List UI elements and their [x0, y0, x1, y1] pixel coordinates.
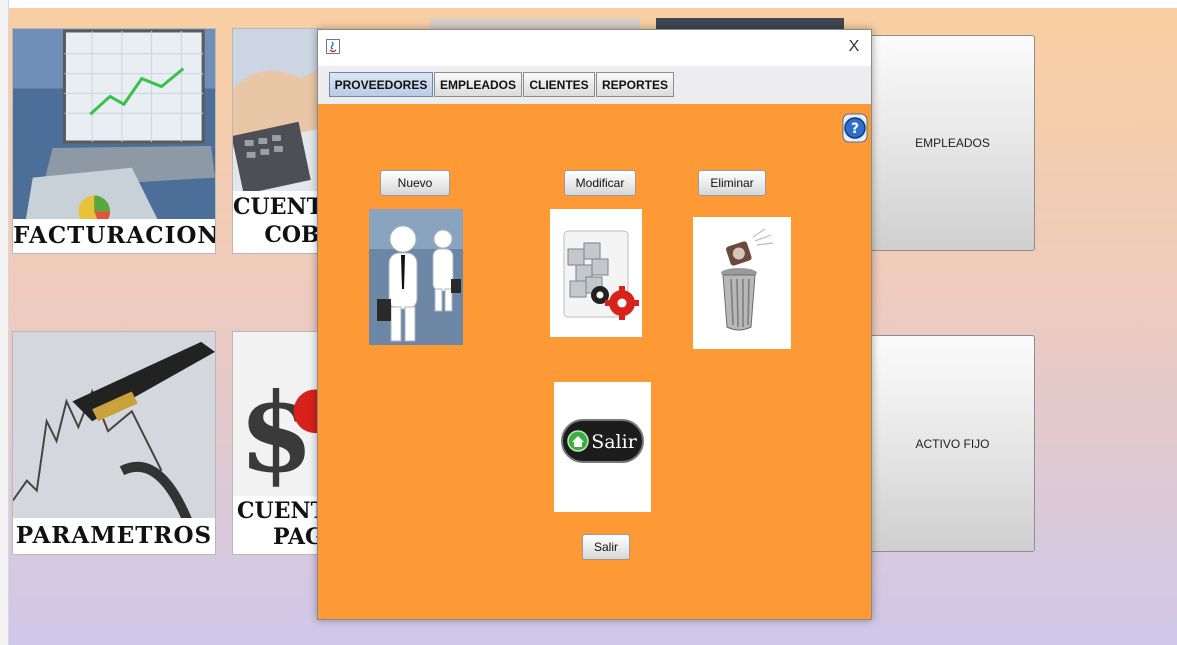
close-icon[interactable]: X [845, 36, 863, 58]
parametros-caption: PARAMETROS [13, 518, 215, 554]
salir-image[interactable]: Salir [554, 382, 651, 512]
eliminar-image[interactable] [693, 217, 791, 349]
trash-icon [693, 217, 791, 349]
proveedores-panel: ? Nuevo Modificar Eliminar Salir Salir [318, 104, 871, 619]
cuentas-cobrar-caption: CUENT COB [233, 191, 321, 253]
facturacion-caption: FACTURACION [13, 219, 215, 253]
tab-bar: PROVEEDORES EMPLEADOS CLIENTES REPORTES [318, 66, 871, 104]
eliminar-button[interactable]: Eliminar [698, 170, 766, 196]
salir-button[interactable]: Salir [582, 534, 630, 560]
svg-text:?: ? [851, 121, 859, 137]
dialog-titlebar: X [318, 30, 871, 66]
tab-proveedores[interactable]: PROVEEDORES [329, 72, 433, 97]
svg-text:$: $ [239, 368, 314, 497]
parametros-tile[interactable]: PARAMETROS [12, 331, 216, 555]
window-left-edge [0, 0, 9, 645]
tab-reportes[interactable]: REPORTES [596, 72, 674, 97]
window-top-edge [0, 0, 1177, 8]
tab-empleados[interactable]: EMPLEADOS [434, 72, 522, 97]
svg-text:Salir: Salir [591, 431, 637, 453]
modificar-button[interactable]: Modificar [564, 170, 636, 196]
cuentas-pagar-tile[interactable]: $ CUENTA PAG [232, 331, 322, 555]
nuevo-image[interactable] [369, 209, 463, 345]
proveedores-dialog: X PROVEEDORES EMPLEADOS CLIENTES REPORTE… [317, 29, 872, 620]
cuentas-cobrar-tile[interactable]: CUENT COB [232, 28, 322, 254]
tab-clientes[interactable]: CLIENTES [523, 72, 595, 97]
empleados-menu-button[interactable]: EMPLEADOS [870, 35, 1035, 251]
app-icon [326, 39, 340, 54]
activo-fijo-menu-button[interactable]: ACTIVO FIJO [870, 335, 1035, 552]
modificar-image[interactable] [550, 209, 642, 337]
facturacion-tile[interactable]: FACTURACION [12, 28, 216, 254]
help-icon[interactable]: ? [842, 113, 868, 143]
nuevo-button[interactable]: Nuevo [380, 170, 450, 196]
cuentas-pagar-caption: CUENTA PAG [233, 496, 321, 554]
